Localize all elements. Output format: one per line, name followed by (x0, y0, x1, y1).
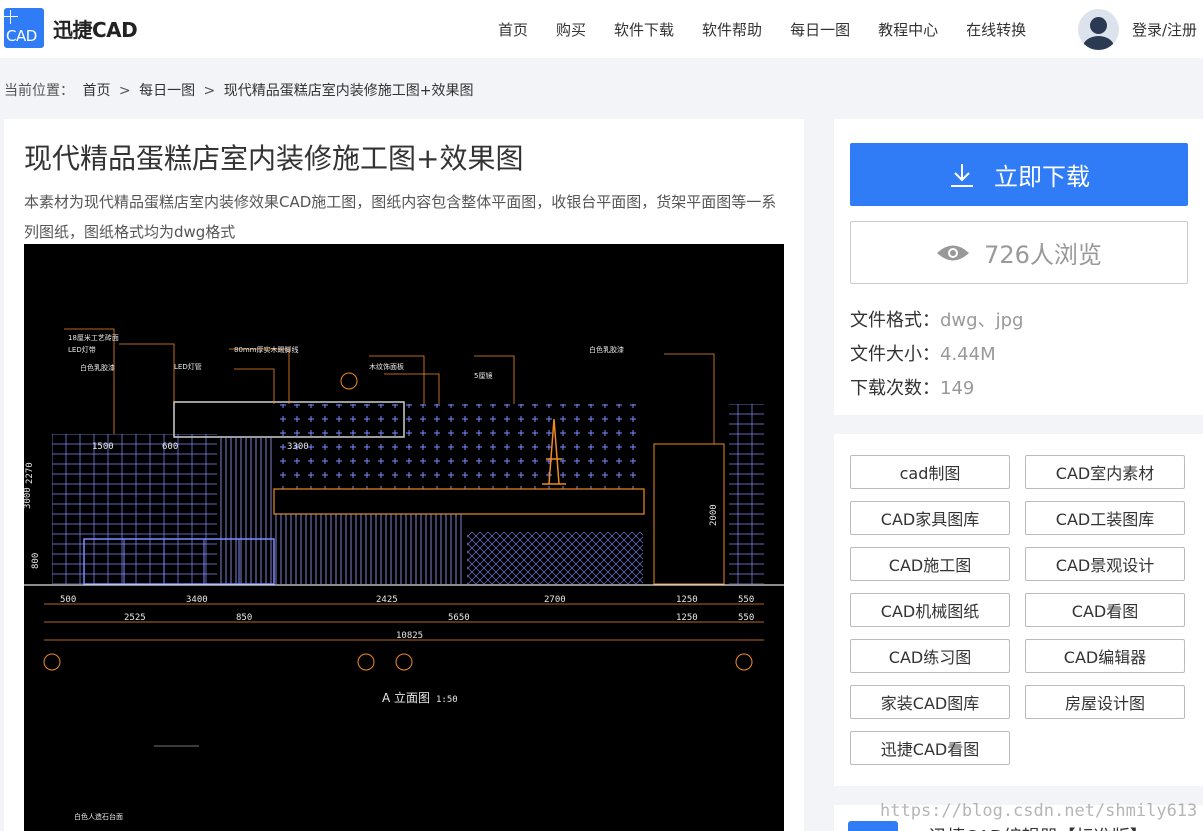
file-size-value: 4.44M (940, 344, 996, 365)
user-avatar-icon[interactable] (1078, 9, 1119, 50)
download-count-row: 下载次数：149 (850, 374, 974, 400)
cad-logo-icon: CAD (4, 8, 44, 48)
tag-item[interactable]: CAD施工图 (850, 547, 1010, 581)
breadcrumb-home[interactable]: 首页 (82, 83, 110, 99)
nav-convert[interactable]: 在线转换 (966, 19, 1026, 40)
file-size-label: 文件大小： (850, 344, 940, 365)
product-title: 迅捷CAD编辑器【标准版】 (929, 823, 1148, 831)
dim-label: 800 (31, 553, 41, 569)
tag-panel: cad制图 CAD室内素材 CAD家具图库 CAD工装图库 CAD施工图 CAD… (834, 434, 1203, 786)
download-icon (951, 163, 973, 187)
breadcrumb-separator: > (203, 83, 216, 99)
download-count-label: 下载次数： (850, 378, 940, 399)
dim-label: 550 (738, 595, 754, 605)
nav-download[interactable]: 软件下载 (614, 19, 674, 40)
dim-label: 1500 (92, 442, 114, 452)
nav-help[interactable]: 软件帮助 (702, 19, 762, 40)
dim-label: 850 (236, 613, 252, 623)
dim-label: 3300 (287, 442, 309, 452)
file-format-label: 文件格式： (850, 310, 940, 331)
content-card: 现代精品蛋糕店室内装修施工图+效果图 本素材为现代精品蛋糕店室内装修效果CAD施… (4, 119, 804, 831)
main-nav: 首页 购买 软件下载 软件帮助 每日一图 教程中心 在线转换 (498, 19, 1054, 40)
dim-total: 10825 (396, 631, 423, 641)
tag-item[interactable]: 家装CAD图库 (850, 685, 1010, 719)
drawing-note: 白色乳胶漆 (80, 363, 115, 372)
drawing-note: LED灯带 (68, 345, 96, 354)
logo-icon-text: CAD (6, 27, 37, 45)
download-button[interactable]: 立即下载 (850, 143, 1188, 206)
tag-item[interactable]: CAD看图 (1025, 593, 1185, 627)
page-description: 本素材为现代精品蛋糕店室内装修效果CAD施工图，图纸内容包含整体平面图，收银台平… (24, 193, 777, 241)
dim-label: 3400 (186, 595, 208, 605)
tag-item[interactable]: CAD景观设计 (1025, 547, 1185, 581)
dim-label: 2270 (25, 462, 35, 484)
tag-item[interactable]: CAD编辑器 (1025, 639, 1185, 673)
drawing-note: 白色人造石台面 (74, 812, 123, 821)
dim-label: 600 (162, 442, 178, 452)
eye-icon (937, 245, 970, 260)
download-label: 立即下载 (994, 163, 1090, 191)
drawing-note: LED灯管 (174, 362, 202, 371)
breadcrumb: 当前位置： 首页 > 每日一图 > 现代精品蛋糕店室内装修施工图+效果图 (4, 80, 477, 100)
cad-drawing-svg: 500 3400 2425 2700 1250 550 2525 850 565… (24, 328, 784, 821)
tag-item[interactable]: cad制图 (850, 455, 1010, 489)
views-counter: 726人浏览 (850, 221, 1188, 284)
breadcrumb-current[interactable]: 现代精品蛋糕店室内装修施工图+效果图 (224, 83, 474, 99)
cad-drawing-image[interactable]: 500 3400 2425 2700 1250 550 2525 850 565… (24, 244, 784, 831)
dim-label: 5650 (448, 613, 470, 623)
dim-label: 500 (60, 595, 76, 605)
file-format-row: 文件格式：dwg、jpg (850, 306, 1023, 332)
nav-tutorial[interactable]: 教程中心 (878, 19, 938, 40)
tag-item[interactable]: 迅捷CAD看图 (850, 731, 1010, 765)
product-icon (848, 821, 898, 831)
views-label: 726人浏览 (984, 241, 1102, 269)
drawing-note: 木纹饰面板 (369, 362, 404, 371)
breadcrumb-daily[interactable]: 每日一图 (139, 83, 195, 99)
breadcrumb-separator: > (118, 83, 131, 99)
nav-home[interactable]: 首页 (498, 19, 528, 40)
drawing-note: 白色乳胶漆 (589, 345, 624, 354)
tag-item[interactable]: CAD工装图库 (1025, 501, 1185, 535)
dim-label: 1250 (676, 613, 698, 623)
tag-item[interactable]: CAD机械图纸 (850, 593, 1010, 627)
tag-item[interactable]: CAD家具图库 (850, 501, 1010, 535)
file-size-row: 文件大小：4.44M (850, 340, 996, 366)
nav-daily[interactable]: 每日一图 (790, 19, 850, 40)
nav-buy[interactable]: 购买 (556, 19, 586, 40)
dim-label: 3000 (24, 487, 33, 509)
site-logo[interactable]: CAD 迅捷CAD (4, 8, 138, 48)
logo-text: 迅捷CAD (53, 17, 138, 42)
elevation-label: A 立面图 (382, 690, 430, 705)
top-header: CAD 迅捷CAD 首页 购买 软件下载 软件帮助 每日一图 教程中心 在线转换… (0, 0, 1203, 58)
login-link[interactable]: 登录/注册 (1132, 19, 1197, 40)
watermark: https://blog.csdn.net/shmily613 (880, 801, 1198, 821)
download-count-value: 149 (940, 378, 975, 399)
drawing-note: 5厘镜 (474, 371, 492, 380)
drawing-note: 80mm厚实木踢脚线 (234, 345, 299, 354)
tag-item[interactable]: CAD练习图 (850, 639, 1010, 673)
page-title: 现代精品蛋糕店室内装修施工图+效果图 (24, 142, 524, 175)
dim-label: 2525 (124, 613, 146, 623)
drawing-note: 18厘米工艺砖面 (68, 333, 119, 342)
tag-item[interactable]: CAD室内素材 (1025, 455, 1185, 489)
dim-label: 2700 (544, 595, 566, 605)
tag-item[interactable]: 房屋设计图 (1025, 685, 1185, 719)
breadcrumb-prefix: 当前位置： (4, 83, 74, 99)
dim-label: 2425 (376, 595, 398, 605)
dim-label: 1250 (676, 595, 698, 605)
download-panel: 立即下载 726人浏览 文件格式：dwg、jpg 文件大小：4.44M 下载次数… (834, 119, 1203, 415)
elevation-scale: 1:50 (436, 695, 458, 705)
dim-label: 2000 (709, 504, 719, 526)
dim-label: 550 (738, 613, 754, 623)
file-format-value: dwg、jpg (940, 310, 1024, 331)
